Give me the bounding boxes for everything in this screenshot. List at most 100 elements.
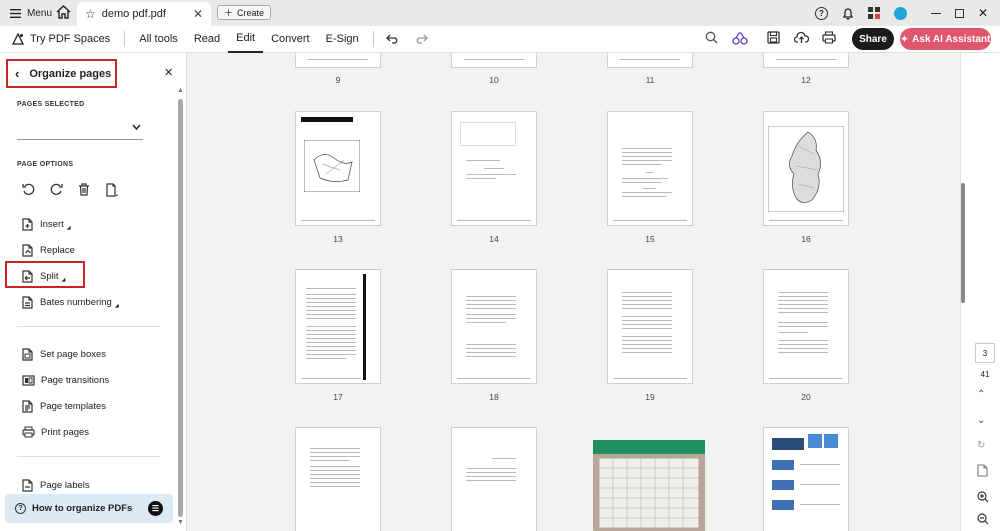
photographed-table-figure	[599, 458, 699, 528]
document-scrollbar-thumb[interactable]	[961, 183, 965, 303]
replace-page-icon	[22, 244, 33, 257]
page-thumbnail[interactable]	[451, 53, 537, 68]
ask-ai-assistant-button[interactable]: ✦ Ask AI Assistant	[900, 28, 991, 50]
page-thumbnail[interactable]	[451, 427, 537, 531]
search-icon[interactable]	[705, 31, 718, 44]
insert-page-icon	[22, 218, 33, 231]
bell-icon[interactable]	[842, 7, 854, 20]
pages-selected-label: PAGES SELECTED	[17, 101, 85, 108]
tab-read[interactable]: Read	[186, 26, 228, 53]
list-icon[interactable]: ☰	[148, 501, 163, 516]
scrollbar-thumb[interactable]	[178, 99, 183, 517]
insert-option[interactable]: Insert ◢	[22, 218, 71, 231]
rotate-clockwise-icon[interactable]	[50, 183, 63, 196]
page-transitions-option[interactable]: Page transitions	[22, 374, 109, 386]
tab-e-sign[interactable]: E-Sign	[318, 26, 367, 53]
page-thumbnail[interactable]	[607, 111, 693, 226]
share-button[interactable]: Share	[852, 28, 894, 50]
tab-all-tools[interactable]: All tools	[131, 26, 186, 53]
close-panel-icon[interactable]: ✕	[164, 66, 173, 79]
scroll-down-icon[interactable]: ▼	[177, 519, 184, 526]
help-icon: ?	[15, 503, 26, 514]
page-number: 17	[333, 392, 343, 402]
page-labels-option[interactable]: Page labels	[22, 479, 90, 492]
tab-convert[interactable]: Convert	[263, 26, 318, 53]
page-thumbnail[interactable]	[451, 269, 537, 384]
split-label: Split	[40, 271, 59, 282]
howto-label: How to organize PDFs	[32, 503, 133, 514]
set-page-boxes-option[interactable]: Set page boxes	[22, 348, 106, 361]
page-thumbnails-area[interactable]: 9 10 11 12 13 14 15 16 17 18 19 20	[188, 53, 968, 531]
restore-icon[interactable]	[954, 8, 964, 18]
submenu-indicator-icon: ◢	[61, 276, 66, 283]
try-pdf-spaces-button[interactable]: Try PDF Spaces	[0, 26, 118, 53]
plus-icon: ＋	[224, 8, 234, 18]
ai-sparkle-icon: ✦	[900, 33, 909, 44]
grid-apps-icon[interactable]	[867, 7, 880, 19]
how-to-organize-pdfs-button[interactable]: ? How to organize PDFs ☰	[5, 494, 173, 523]
panel-scrollbar[interactable]: ▲ ▼	[177, 87, 184, 527]
print-icon[interactable]	[822, 31, 836, 44]
zoom-out-icon[interactable]	[977, 513, 989, 525]
page-thumbnail[interactable]	[763, 427, 849, 531]
page-thumbnail[interactable]	[451, 111, 537, 226]
split-option[interactable]: Split ◢	[22, 270, 65, 283]
spaces-icon	[12, 33, 24, 45]
home-icon[interactable]	[56, 5, 71, 19]
create-button[interactable]: ＋ Create	[217, 5, 272, 20]
page-thumbnail[interactable]	[593, 440, 705, 531]
upload-cloud-icon[interactable]	[794, 31, 809, 44]
page-view-icon[interactable]	[977, 464, 988, 477]
bates-numbering-option[interactable]: Bates numbering ◢	[22, 296, 119, 309]
scroll-up-icon[interactable]: ▲	[177, 87, 184, 94]
page-thumbnail[interactable]	[763, 53, 849, 68]
menu-button[interactable]: Menu	[0, 0, 62, 26]
close-window-icon[interactable]: ✕	[978, 6, 988, 20]
tab-title: demo pdf.pdf	[101, 8, 166, 20]
panel-divider	[17, 326, 160, 327]
page-thumbnail[interactable]	[295, 269, 381, 384]
page-boxes-icon	[22, 348, 33, 361]
pages-selected-dropdown[interactable]	[17, 120, 143, 140]
extract-pages-icon[interactable]	[105, 183, 119, 197]
minimize-icon[interactable]	[930, 12, 941, 14]
chevron-up-icon[interactable]: ⌃	[977, 389, 985, 400]
page-templates-option[interactable]: Page templates	[22, 400, 106, 413]
compare-icon[interactable]	[732, 31, 748, 45]
page-thumbnail[interactable]	[295, 53, 381, 68]
bates-label: Bates numbering	[40, 297, 112, 308]
page-thumbnail[interactable]	[607, 53, 693, 68]
close-tab-icon[interactable]: ✕	[193, 7, 203, 21]
page-thumbnail[interactable]	[763, 111, 849, 226]
zoom-in-icon[interactable]	[977, 491, 989, 503]
redo-icon[interactable]	[414, 34, 428, 44]
star-icon[interactable]: ☆	[85, 7, 96, 21]
back-arrow-icon[interactable]: ‹	[15, 66, 19, 81]
page-labels-icon	[22, 479, 33, 492]
page-thumbnail[interactable]	[607, 269, 693, 384]
page-thumbnail[interactable]	[763, 269, 849, 384]
help-icon[interactable]: ?	[814, 6, 828, 20]
delete-trash-icon[interactable]	[78, 183, 90, 196]
transitions-label: Page transitions	[41, 374, 110, 386]
chevron-down-icon[interactable]: ⌄	[977, 415, 985, 426]
page-number: 9	[335, 75, 341, 85]
insert-label: Insert	[40, 219, 64, 230]
refresh-icon[interactable]: ↻	[977, 440, 985, 451]
panel-header: ‹ Organize pages	[6, 59, 117, 88]
undo-icon[interactable]	[385, 34, 400, 44]
page-number: 10	[489, 75, 499, 85]
rotate-counterclockwise-icon[interactable]	[22, 183, 35, 196]
current-page-field[interactable]: 3	[975, 343, 995, 363]
save-icon[interactable]	[767, 31, 780, 44]
toolbar-divider	[372, 31, 374, 47]
page-transitions-icon	[22, 375, 35, 386]
avatar[interactable]	[893, 6, 907, 20]
replace-option[interactable]: Replace	[22, 244, 75, 257]
page-number: 15	[645, 234, 655, 244]
page-thumbnail[interactable]	[295, 427, 381, 531]
document-tab[interactable]: ☆ demo pdf.pdf ✕	[77, 2, 211, 26]
tab-edit[interactable]: Edit	[228, 26, 264, 53]
print-pages-option[interactable]: Print pages	[22, 426, 89, 438]
page-thumbnail[interactable]	[295, 111, 381, 226]
